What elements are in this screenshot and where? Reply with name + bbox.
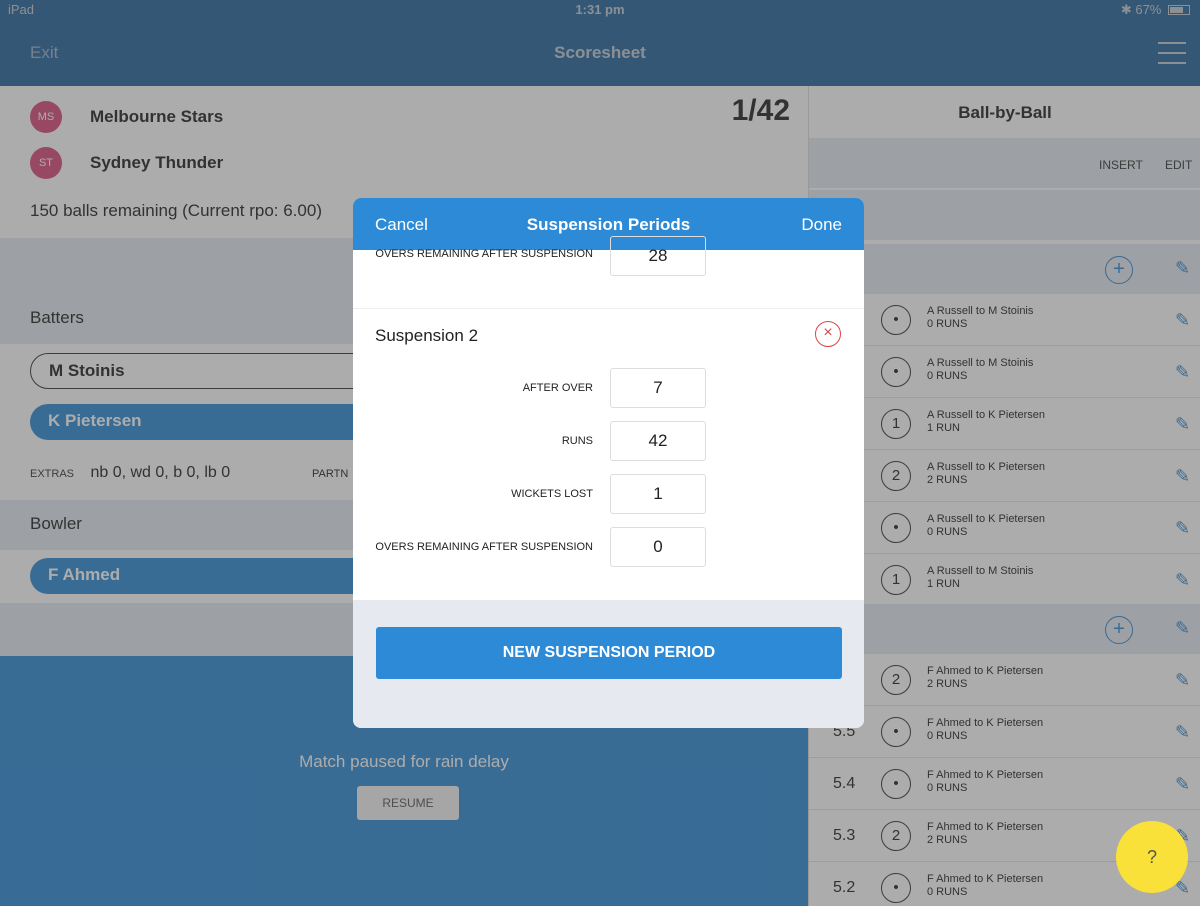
suspension-title: Suspension 2 xyxy=(375,326,479,345)
done-button[interactable]: Done xyxy=(801,215,842,235)
overs-remaining-input[interactable]: 28 xyxy=(610,236,706,276)
overs-remaining-input[interactable]: 0 xyxy=(610,527,706,567)
modal-footer: NEW SUSPENSION PERIOD xyxy=(353,600,864,728)
divider xyxy=(353,308,864,309)
field-label: AFTER OVER xyxy=(522,382,593,394)
nav-dim xyxy=(0,0,1200,86)
after-over-input[interactable]: 7 xyxy=(610,368,706,408)
suspension-periods-modal: Cancel Suspension Periods Done OVERS REM… xyxy=(353,198,864,728)
runs-input[interactable]: 42 xyxy=(610,421,706,461)
help-button[interactable]: ? xyxy=(1116,821,1188,893)
field-label: RUNS xyxy=(561,435,593,447)
field-label: OVERS REMAINING AFTER SUSPENSION xyxy=(375,248,593,260)
field-label: WICKETS LOST xyxy=(511,488,593,500)
remove-suspension-icon[interactable]: × xyxy=(815,321,841,347)
modal-header: Cancel Suspension Periods Done xyxy=(353,198,864,250)
modal-body: OVERS REMAINING AFTER SUSPENSION 28 Susp… xyxy=(353,236,864,600)
new-suspension-button[interactable]: NEW SUSPENSION PERIOD xyxy=(376,627,842,679)
field-label: OVERS REMAINING AFTER SUSPENSION xyxy=(375,541,593,553)
wickets-lost-input[interactable]: 1 xyxy=(610,474,706,514)
modal-title: Suspension Periods xyxy=(526,215,691,234)
